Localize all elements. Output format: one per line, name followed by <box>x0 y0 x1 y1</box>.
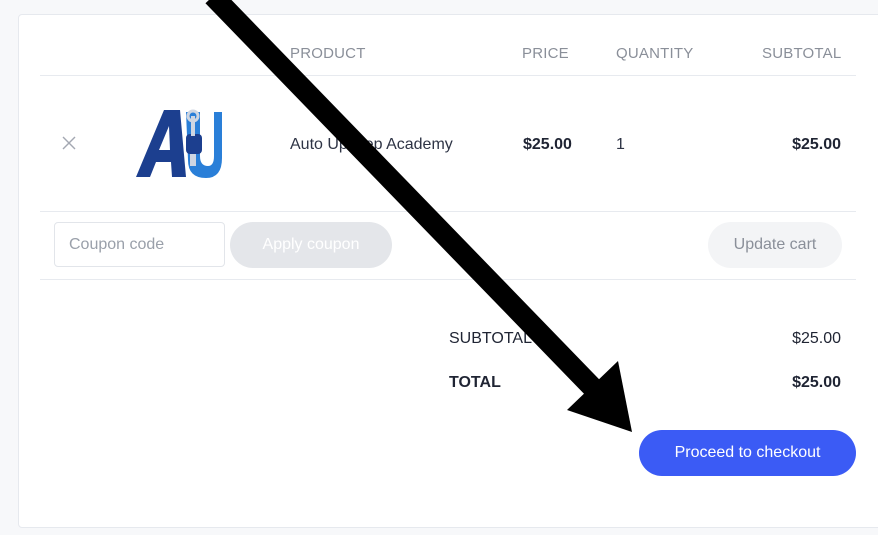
subtotal-value: $25.00 <box>792 330 841 347</box>
product-name-link[interactable]: Auto Upkeep Academy <box>290 136 453 154</box>
actions-divider <box>40 279 856 280</box>
apply-coupon-button[interactable]: Apply coupon <box>230 222 392 268</box>
close-icon[interactable] <box>60 134 78 152</box>
coupon-code-input[interactable] <box>54 222 225 267</box>
product-thumbnail-logo[interactable] <box>134 104 224 182</box>
product-quantity[interactable]: 1 <box>616 136 625 154</box>
subtotal-label: SUBTOTAL <box>449 330 532 347</box>
header-product: PRODUCT <box>290 45 366 62</box>
product-subtotal: $25.00 <box>792 136 841 153</box>
header-subtotal: SUBTOTAL <box>762 45 842 62</box>
row-divider <box>40 211 856 212</box>
total-value: $25.00 <box>792 374 841 391</box>
update-cart-button[interactable]: Update cart <box>708 222 842 268</box>
header-divider <box>40 75 856 76</box>
product-price: $25.00 <box>523 136 572 153</box>
total-label: TOTAL <box>449 374 501 391</box>
header-price: PRICE <box>522 45 569 62</box>
header-quantity: QUANTITY <box>616 45 694 62</box>
proceed-to-checkout-button[interactable]: Proceed to checkout <box>639 430 856 476</box>
